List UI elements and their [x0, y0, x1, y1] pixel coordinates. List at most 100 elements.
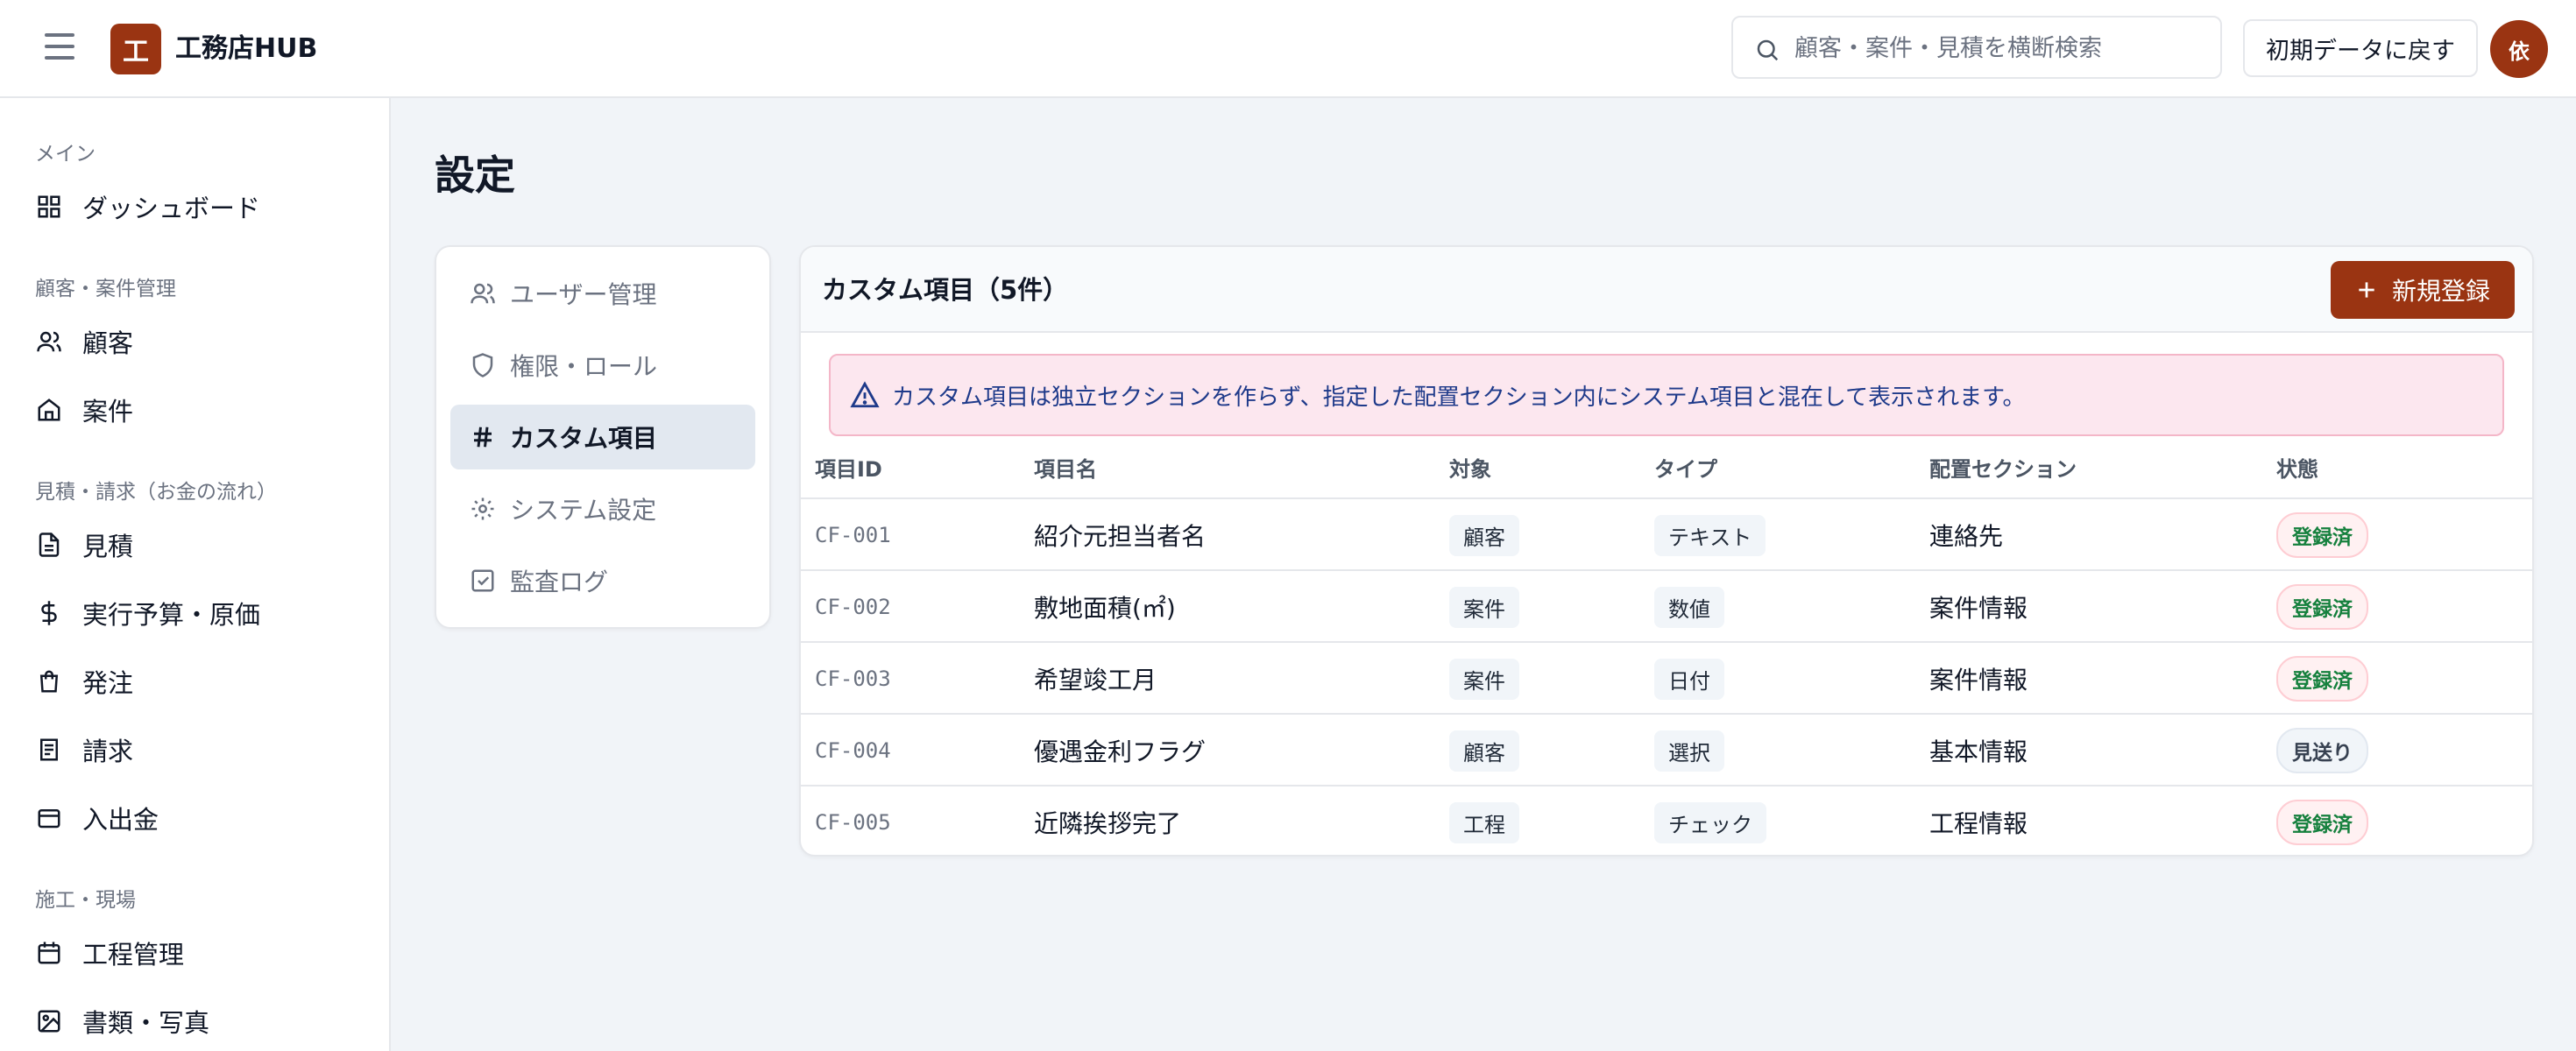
column-header-id[interactable]: 項目ID [815, 452, 882, 483]
sidebar-item-budget[interactable]: 実行予算・原価 [21, 585, 370, 641]
table-row[interactable]: CF-005 近隣挨拶完了 工程 チェック 工程情報 登録済 [801, 785, 2532, 855]
plus-icon [2359, 282, 2374, 298]
page-title: 設定 [435, 152, 515, 199]
column-header-type[interactable]: タイプ [1654, 452, 1717, 483]
settings-nav-system[interactable]: システム設定 [450, 476, 755, 541]
field-id: CF-001 [815, 523, 891, 547]
image-icon [33, 1005, 65, 1037]
gear-icon [468, 494, 498, 524]
users-icon [33, 326, 65, 357]
settings-nav: ユーザー管理 権限・ロール カスタム項目 システム設定 監査ログ [435, 245, 771, 629]
table-row[interactable]: CF-001 紹介元担当者名 顧客 テキスト 連絡先 登録済 [801, 497, 2532, 569]
field-id: CF-003 [815, 667, 891, 691]
column-header-target[interactable]: 対象 [1449, 452, 1491, 483]
type-chip: 選択 [1654, 730, 1724, 772]
sidebar-item-customers[interactable]: 顧客 [21, 314, 370, 370]
reset-data-button[interactable]: 初期データに戻す [2243, 19, 2478, 77]
search-icon [1757, 39, 1779, 61]
settings-nav-label: システム設定 [510, 496, 657, 525]
dollar-icon [33, 597, 65, 629]
sidebar-section-money: 見積・請求（お金の流れ） [35, 481, 277, 504]
sidebar-item-estimates[interactable]: 見積 [21, 517, 370, 573]
field-section: 案件情報 [1929, 594, 2028, 623]
sidebar-item-label: 発注 [82, 668, 134, 698]
notice-banner: カスタム項目は独立セクションを作らず、指定した配置セクション内にシステム項目と混… [829, 354, 2504, 436]
global-search[interactable] [1731, 16, 2222, 79]
card-title: カスタム項目（5件） [822, 275, 1069, 305]
field-section: 基本情報 [1929, 737, 2028, 766]
field-section: 案件情報 [1929, 666, 2028, 695]
sidebar-item-label: 見積 [82, 532, 134, 561]
user-avatar[interactable]: 依 [2490, 20, 2548, 78]
sidebar-item-label: 実行予算・原価 [82, 600, 261, 630]
sidebar-item-label: 工程管理 [82, 940, 185, 970]
sidebar-item-schedule[interactable]: 工程管理 [21, 925, 370, 981]
field-name: 敷地面積(㎡) [1034, 594, 1176, 623]
sidebar-item-label: 請求 [82, 737, 134, 766]
sidebar-item-label: 入出金 [82, 805, 159, 835]
sidebar-item-label: 書類・写真 [82, 1008, 210, 1038]
new-field-label: 新規登録 [2391, 277, 2490, 306]
table-row[interactable]: CF-003 希望竣工月 案件 日付 案件情報 登録済 [801, 641, 2532, 713]
field-name: 近隣挨拶完了 [1034, 809, 1182, 838]
table-row[interactable]: CF-004 優遇金利フラグ 顧客 選択 基本情報 見送り [801, 713, 2532, 785]
users-icon [468, 279, 498, 308]
status-badge: 登録済 [2276, 512, 2368, 558]
field-id: CF-002 [815, 595, 891, 619]
table-row[interactable]: CF-002 敷地面積(㎡) 案件 数値 案件情報 登録済 [801, 569, 2532, 641]
field-name: 希望竣工月 [1034, 666, 1157, 695]
sidebar-item-dashboard[interactable]: ダッシュボード [21, 179, 370, 235]
menu-icon[interactable] [42, 33, 77, 65]
app-logo: 工 [110, 24, 161, 74]
column-header-name[interactable]: 項目名 [1034, 452, 1097, 483]
bag-icon [33, 666, 65, 697]
warning-icon [850, 381, 880, 408]
calendar-icon [33, 937, 65, 969]
sidebar-item-documents[interactable]: 書類・写真 [21, 993, 370, 1049]
sidebar-item-invoices[interactable]: 請求 [21, 722, 370, 778]
sidebar-item-label: 案件 [82, 397, 134, 427]
sidebar-item-payments[interactable]: 入出金 [21, 790, 370, 846]
field-name: 紹介元担当者名 [1034, 522, 1207, 551]
sidebar-item-orders[interactable]: 発注 [21, 653, 370, 709]
wallet-icon [33, 802, 65, 834]
column-header-status[interactable]: 状態 [2276, 452, 2318, 483]
shield-icon [468, 350, 498, 380]
settings-nav-users[interactable]: ユーザー管理 [450, 261, 755, 326]
status-badge: 登録済 [2276, 800, 2368, 845]
column-header-section[interactable]: 配置セクション [1929, 452, 2077, 483]
sidebar-item-projects[interactable]: 案件 [21, 382, 370, 438]
type-chip: 数値 [1654, 586, 1724, 628]
target-chip: 案件 [1449, 586, 1519, 628]
search-input[interactable] [1794, 26, 2206, 70]
sidebar-item-label: ダッシュボード [82, 194, 261, 223]
type-chip: テキスト [1654, 514, 1766, 556]
settings-nav-roles[interactable]: 権限・ロール [450, 333, 755, 398]
settings-nav-label: 権限・ロール [510, 352, 658, 381]
home-icon [33, 394, 65, 426]
settings-nav-custom-fields[interactable]: カスタム項目 [450, 405, 755, 469]
status-badge: 登録済 [2276, 584, 2368, 630]
status-badge: 登録済 [2276, 656, 2368, 702]
custom-fields-card: カスタム項目（5件） 新規登録 カスタム項目は独立セクションを作らず、指定した配… [799, 245, 2534, 857]
app-name[interactable]: 工務店HUB [175, 26, 317, 72]
target-chip: 案件 [1449, 658, 1519, 700]
sidebar-section-customer: 顧客・案件管理 [35, 278, 176, 300]
card-header: カスタム項目（5件） 新規登録 [801, 247, 2532, 333]
field-name: 優遇金利フラグ [1034, 737, 1207, 766]
settings-nav-audit-log[interactable]: 監査ログ [450, 548, 755, 613]
type-chip: チェック [1654, 801, 1766, 843]
target-chip: 工程 [1449, 801, 1519, 843]
sidebar-section-construction: 施工・現場 [35, 889, 136, 912]
field-section: 連絡先 [1929, 522, 2004, 551]
status-badge: 見送り [2276, 728, 2368, 773]
sidebar-item-label: 顧客 [82, 328, 134, 358]
target-chip: 顧客 [1449, 514, 1519, 556]
field-id: CF-004 [815, 738, 891, 763]
notice-text: カスタム項目は独立セクションを作らず、指定した配置セクション内にシステム項目と混… [892, 384, 2026, 411]
hash-icon [468, 422, 498, 452]
settings-nav-label: カスタム項目 [510, 424, 658, 453]
field-section: 工程情報 [1929, 809, 2028, 838]
checkbox-icon [468, 566, 498, 596]
new-field-button[interactable]: 新規登録 [2331, 261, 2515, 319]
